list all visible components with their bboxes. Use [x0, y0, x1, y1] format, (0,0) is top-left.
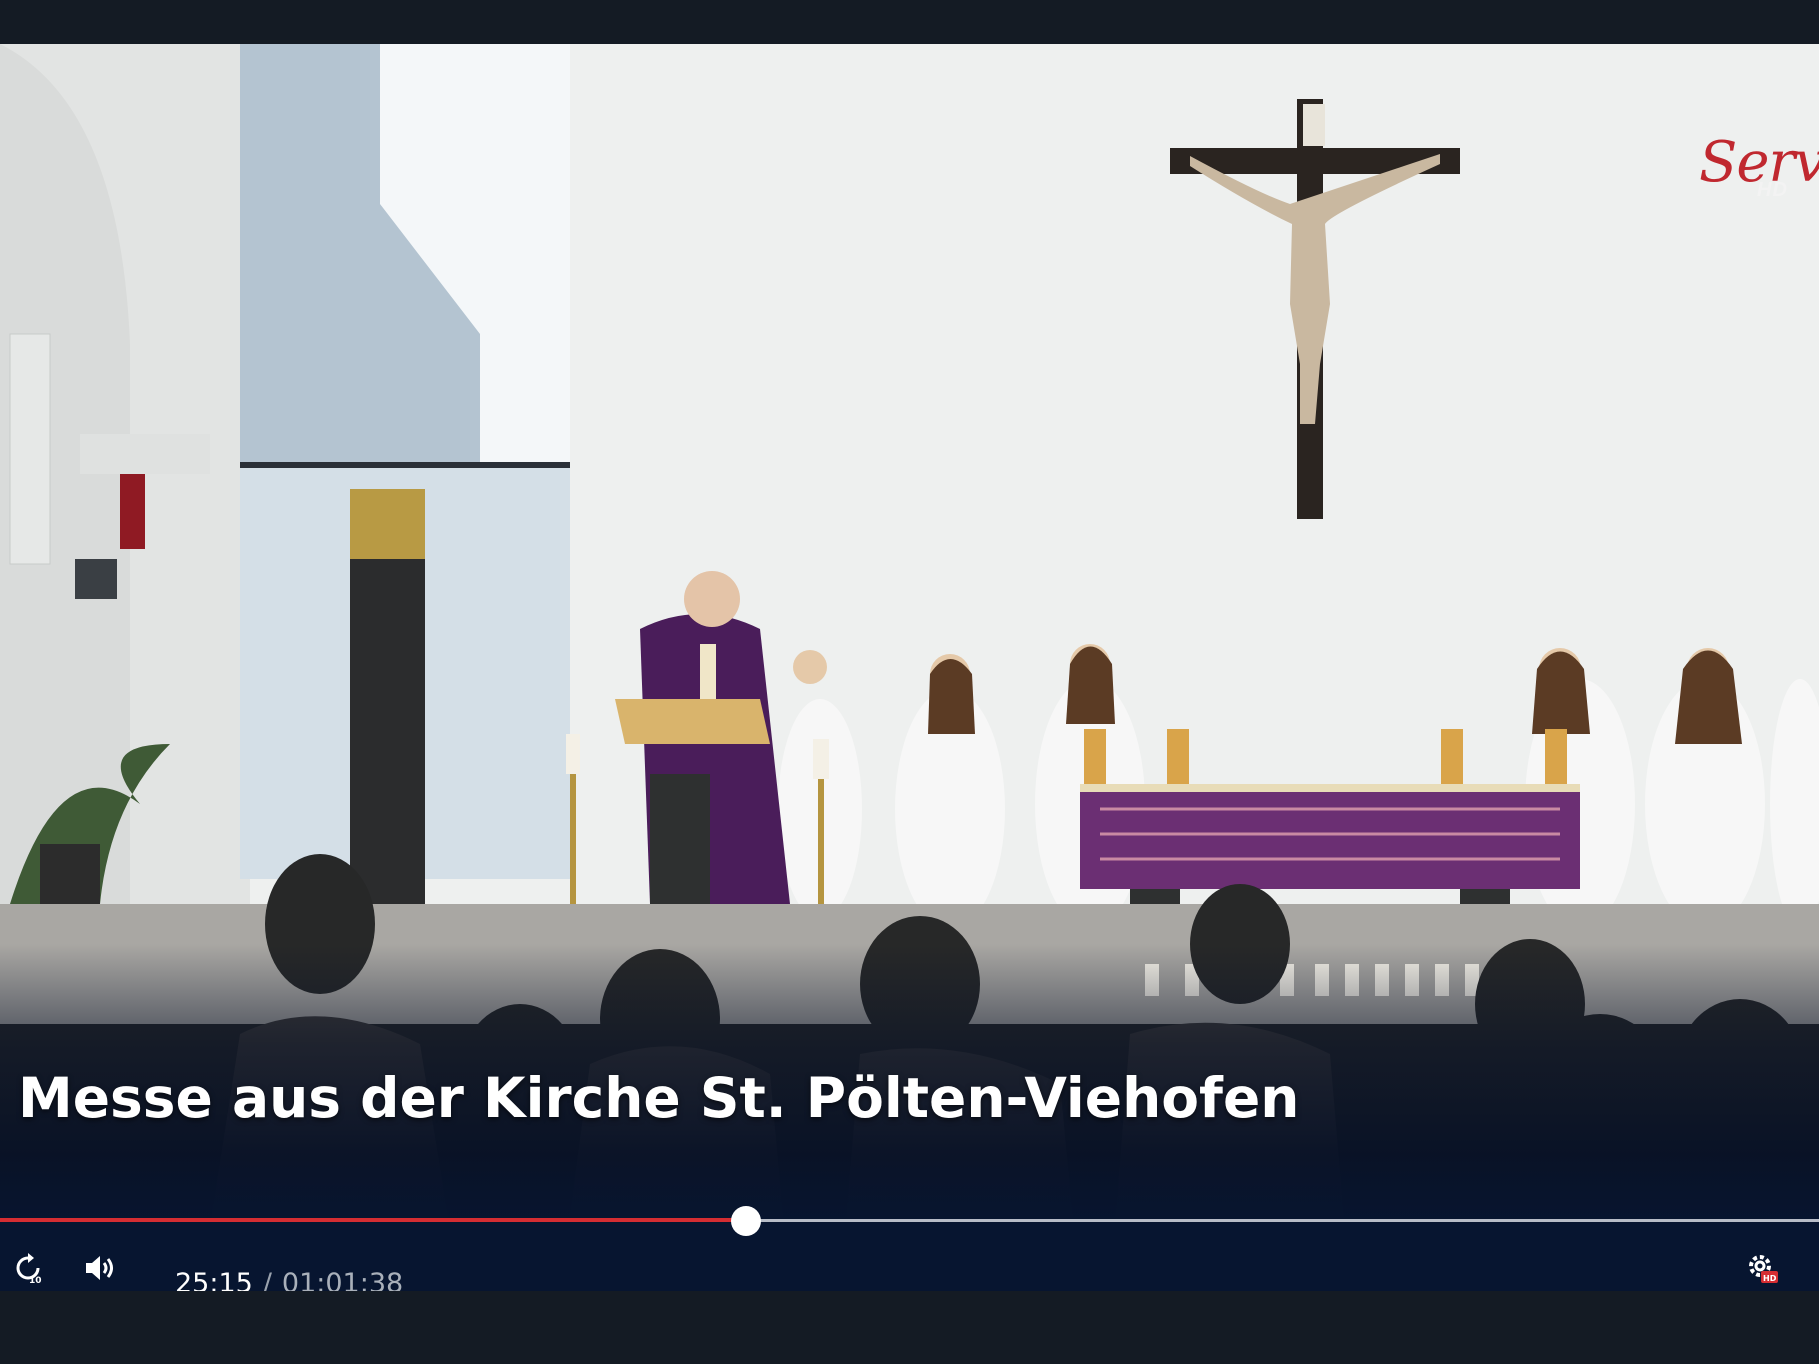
bottom-bar	[0, 1291, 1819, 1364]
video-player[interactable]: Servus HD Messe aus der Kirche St. Pölte…	[0, 44, 1819, 1291]
progress-scrubber[interactable]	[731, 1206, 761, 1236]
settings-hd-badge: HD	[1763, 1274, 1777, 1283]
replay-10-icon: 10	[16, 1253, 42, 1284]
total-duration: 01:01:38	[281, 1268, 404, 1291]
volume-button[interactable]	[84, 1253, 118, 1283]
settings-hd-icon: HD	[1749, 1255, 1778, 1283]
top-bar	[0, 0, 1819, 44]
channel-logo: Servus	[1659, 102, 1819, 212]
progress-bar[interactable]	[0, 1206, 1819, 1236]
settings-button[interactable]: HD	[1744, 1250, 1780, 1286]
replay-10-button[interactable]: 10	[12, 1252, 44, 1284]
time-separator: /	[262, 1268, 272, 1291]
video-title: Messe aus der Kirche St. Pölten-Viehofen	[18, 1066, 1300, 1130]
channel-hd-badge: HD	[1757, 179, 1788, 201]
current-time: 25:15	[175, 1268, 253, 1291]
svg-text:10: 10	[29, 1276, 42, 1284]
volume-icon	[86, 1256, 113, 1280]
progress-played	[0, 1218, 746, 1222]
time-display: 25:15 / 01:01:38	[175, 1268, 403, 1291]
